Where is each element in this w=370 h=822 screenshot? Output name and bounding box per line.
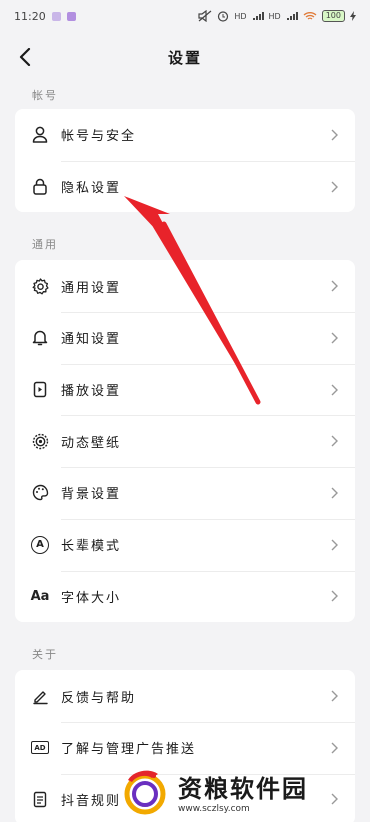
settings-row-account-security[interactable]: 帐号与安全	[15, 109, 355, 161]
lock-icon	[31, 178, 49, 196]
live-wallpaper-icon	[31, 432, 49, 450]
document-icon	[31, 790, 49, 808]
play-device-icon	[31, 381, 49, 399]
ad-icon: AD	[31, 741, 49, 755]
settings-row-notification[interactable]: 通知设置	[15, 312, 355, 364]
watermark-url: www.sczlsy.com	[178, 803, 250, 814]
signal-hd-label-2: HD	[268, 11, 281, 21]
settings-row-general[interactable]: 通用设置	[15, 260, 355, 312]
section-account: 帐号	[0, 87, 370, 109]
nav-bar: 设置	[0, 32, 370, 82]
status-bar: 11:20 HD HD 100	[0, 0, 370, 32]
chevron-right-icon	[329, 128, 339, 142]
row-label: 背景设置	[61, 487, 122, 503]
row-label: 反馈与帮助	[61, 690, 137, 706]
account-card: 帐号与安全 隐私设置	[15, 109, 355, 213]
bell-icon	[31, 329, 49, 347]
row-label: 帐号与安全	[61, 129, 137, 145]
elder-mode-icon: A	[31, 535, 49, 554]
signal-icon-2	[286, 12, 298, 20]
chevron-right-icon	[329, 331, 339, 345]
section-about: 关于	[0, 646, 370, 670]
settings-row-feedback[interactable]: 反馈与帮助	[15, 670, 355, 722]
row-label: 隐私设置	[61, 181, 122, 197]
chevron-right-icon	[329, 589, 339, 603]
signal-icon	[252, 12, 264, 20]
row-label: 播放设置	[61, 384, 122, 400]
app-notification-icon-2	[66, 11, 76, 21]
section-label-about: 关于	[32, 648, 58, 662]
signal-hd-label: HD	[234, 11, 247, 21]
pen-icon	[31, 687, 49, 705]
row-label: 字体大小	[61, 590, 122, 606]
settings-row-background[interactable]: 背景设置	[15, 467, 355, 519]
watermark-logo-icon	[124, 770, 166, 815]
chevron-right-icon	[329, 180, 339, 194]
chevron-right-icon	[329, 279, 339, 293]
font-size-icon: Aa	[30, 588, 50, 604]
row-label: 长辈模式	[61, 539, 122, 555]
settings-row-font-size[interactable]: Aa 字体大小	[15, 570, 355, 623]
chevron-right-icon	[329, 486, 339, 500]
row-label: 动态壁纸	[61, 435, 122, 451]
status-time: 11:20	[14, 9, 46, 23]
section-general: 通用	[0, 236, 370, 260]
alarm-icon	[218, 11, 229, 22]
page-title: 设置	[167, 48, 202, 67]
chevron-right-icon	[329, 689, 339, 703]
palette-icon	[31, 484, 49, 502]
chevron-right-icon	[329, 434, 339, 448]
settings-row-privacy[interactable]: 隐私设置	[15, 160, 355, 213]
row-label: 通知设置	[61, 332, 122, 348]
chevron-right-icon	[329, 383, 339, 397]
wifi-icon	[303, 12, 317, 20]
battery-indicator: 100	[321, 10, 345, 22]
app-notification-icon	[51, 11, 61, 21]
watermark: 资粮软件园 www.sczlsy.com	[118, 760, 370, 822]
row-label: 了解与管理广告推送	[61, 742, 197, 758]
watermark-title: 资粮软件园	[178, 774, 308, 803]
row-label: 通用设置	[61, 280, 122, 296]
general-card: 通用设置 通知设置 播放设置 动态壁纸 背景设置 A 长辈模式 Aa 字体大小	[15, 260, 355, 623]
gear-icon	[31, 277, 49, 295]
settings-row-elder-mode[interactable]: A 长辈模式	[15, 518, 355, 571]
back-button[interactable]	[12, 44, 38, 70]
section-label-general: 通用	[32, 238, 58, 252]
section-label-account: 帐号	[32, 89, 58, 102]
settings-row-playback[interactable]: 播放设置	[15, 363, 355, 416]
chevron-right-icon	[329, 538, 339, 552]
charging-icon	[350, 11, 356, 21]
person-icon	[31, 126, 49, 144]
chevron-right-icon	[329, 741, 339, 755]
back-arrow-icon	[19, 48, 31, 66]
settings-row-live-wallpaper[interactable]: 动态壁纸	[15, 415, 355, 467]
mute-icon	[198, 10, 212, 22]
